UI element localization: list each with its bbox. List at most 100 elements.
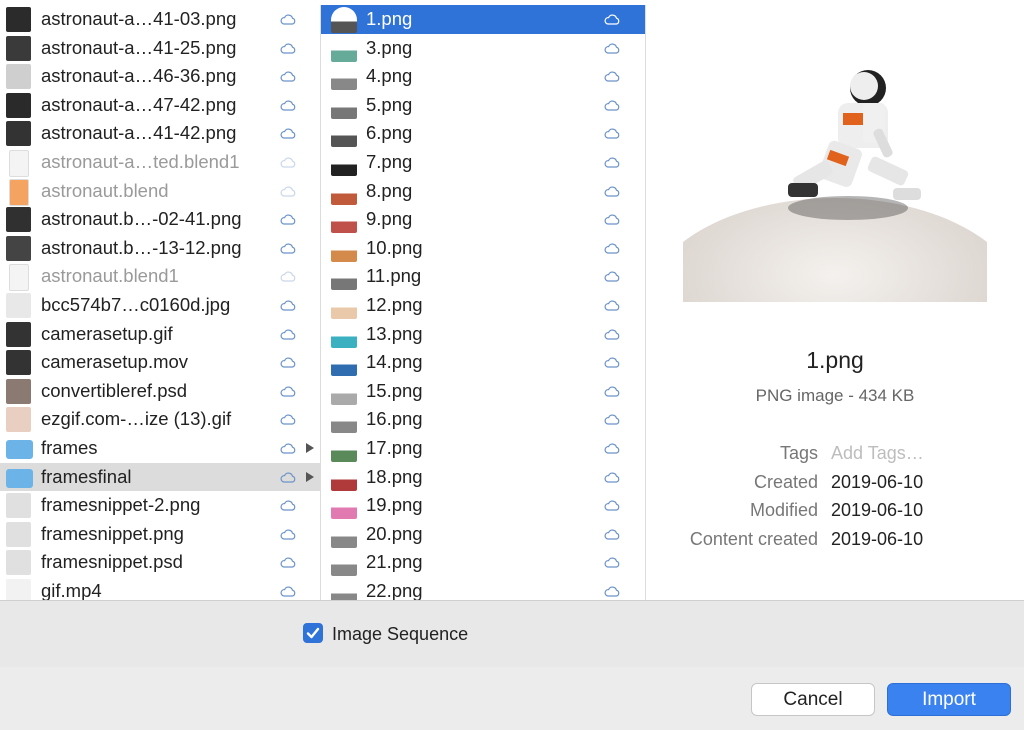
file-name: 19.png [366,494,423,516]
icloud-icon [280,557,296,568]
file-row[interactable]: astronaut-a…47-42.png [0,91,320,120]
framesfinal-column[interactable]: 1.png 3.png 4.png 5.png 6.png 7.png 8.png 9.png… [321,5,646,600]
file-row[interactable]: astronaut-a…41-03.png [0,5,320,34]
file-row[interactable]: framesfinal [0,462,320,492]
file-name: astronaut.b…-13-12.png [41,236,242,258]
icloud-icon [280,243,296,254]
folder-column[interactable]: astronaut-a…41-03.png astronaut-a…41-25.p… [0,5,321,600]
icloud-icon [604,357,620,368]
file-row[interactable]: astronaut-a…46-36.png [0,62,320,91]
file-row[interactable]: framesnippet.png [0,520,320,549]
file-row[interactable]: bcc574b7…c0160d.jpg [0,291,320,320]
options-bar: Image Sequence [0,600,1024,668]
file-row[interactable]: framesnippet.psd [0,548,320,577]
file-row[interactable]: framesnippet-2.png [0,491,320,520]
import-button[interactable]: Import [887,683,1011,716]
file-thumbnail [331,178,357,205]
file-thumbnail [331,235,357,262]
file-thumbnail [331,207,357,234]
file-row[interactable]: 13.png [321,320,645,349]
file-row[interactable]: 12.png [321,291,645,320]
file-row[interactable]: convertibleref.psd [0,377,320,406]
file-row[interactable]: 20.png [321,520,645,549]
file-name: camerasetup.mov [41,351,189,373]
file-name: astronaut-a…41-03.png [41,8,237,29]
metadata-value: 2019-06-10 [831,500,924,521]
file-row[interactable]: 19.png [321,491,645,520]
file-thumbnail [9,264,29,292]
file-thumbnail [6,92,31,118]
button-bar: Cancel Import [0,667,1024,730]
add-tags-field[interactable]: Add Tags… [831,443,924,464]
file-thumbnail [6,235,31,261]
file-thumbnail [6,378,31,404]
file-thumbnail [331,493,357,520]
file-name: 20.png [366,522,423,544]
metadata-label: Content created [689,528,818,549]
icloud-icon [604,386,620,397]
cancel-button[interactable]: Cancel [751,683,875,716]
file-row[interactable]: 18.png [321,463,645,492]
file-row[interactable]: 14.png [321,348,645,377]
file-row[interactable]: astronaut.blend [0,177,320,206]
folder-icon [6,468,33,488]
metadata-label: Modified [749,500,818,521]
file-name: frames [41,436,98,458]
file-name: 3.png [366,36,413,58]
file-row[interactable]: camerasetup.mov [0,348,320,377]
file-browser: astronaut-a…41-03.png astronaut-a…41-25.p… [0,0,1024,600]
file-thumbnail [331,264,357,291]
file-row[interactable]: 1.png [321,5,645,34]
file-row[interactable]: 16.png [321,405,645,434]
preview-kind: PNG image - 434 KB [755,386,915,405]
file-row[interactable]: 15.png [321,377,645,406]
file-row[interactable]: astronaut-a…ted.blend1 [0,148,320,177]
file-name: 1.png [366,8,413,29]
file-row[interactable]: 17.png [321,434,645,463]
checkmark-icon [306,627,320,639]
file-name: astronaut-a…41-42.png [41,122,237,144]
icloud-icon [280,14,296,25]
file-row[interactable]: 7.png [321,148,645,177]
file-row[interactable]: 6.png [321,119,645,148]
file-row[interactable]: gif.mp4 [0,577,320,600]
file-thumbnail [331,7,357,33]
file-name: 16.png [366,408,423,430]
file-row[interactable]: 10.png [321,234,645,263]
preview-image [683,58,987,302]
file-row[interactable]: 8.png [321,177,645,206]
file-row[interactable]: astronaut.b…-13-12.png [0,234,320,263]
icloud-icon [280,329,296,340]
file-row[interactable]: 11.png [321,262,645,291]
file-thumbnail [331,350,357,377]
icloud-icon [280,386,296,397]
metadata-label: Tags [779,443,818,463]
file-thumbnail [9,149,29,177]
file-thumbnail [331,435,357,462]
file-name: 18.png [366,465,423,487]
file-row[interactable]: 5.png [321,91,645,120]
file-row[interactable]: frames [0,434,320,463]
file-row[interactable]: 22.png [321,577,645,600]
image-sequence-label[interactable]: Image Sequence [332,624,468,645]
file-row[interactable]: astronaut.b…-02-41.png [0,205,320,234]
file-row[interactable]: 4.png [321,62,645,91]
metadata-value: 2019-06-10 [831,528,924,549]
icloud-icon [280,300,296,311]
file-name: 10.png [366,236,423,258]
file-row[interactable]: 9.png [321,205,645,234]
icloud-icon [604,100,620,111]
file-name: 5.png [366,93,413,115]
icloud-icon [280,214,296,225]
image-sequence-checkbox[interactable] [303,623,323,643]
file-row[interactable]: 21.png [321,548,645,577]
file-row[interactable]: ezgif.com-…ize (13).gif [0,405,320,434]
file-row[interactable]: astronaut-a…41-42.png [0,119,320,148]
file-row[interactable]: astronaut.blend1 [0,262,320,292]
file-row[interactable]: 3.png [321,34,645,63]
icloud-icon [280,443,296,454]
file-row[interactable]: camerasetup.gif [0,320,320,349]
icloud-icon [604,414,620,425]
file-row[interactable]: astronaut-a…41-25.png [0,34,320,63]
icloud-icon [604,186,620,197]
